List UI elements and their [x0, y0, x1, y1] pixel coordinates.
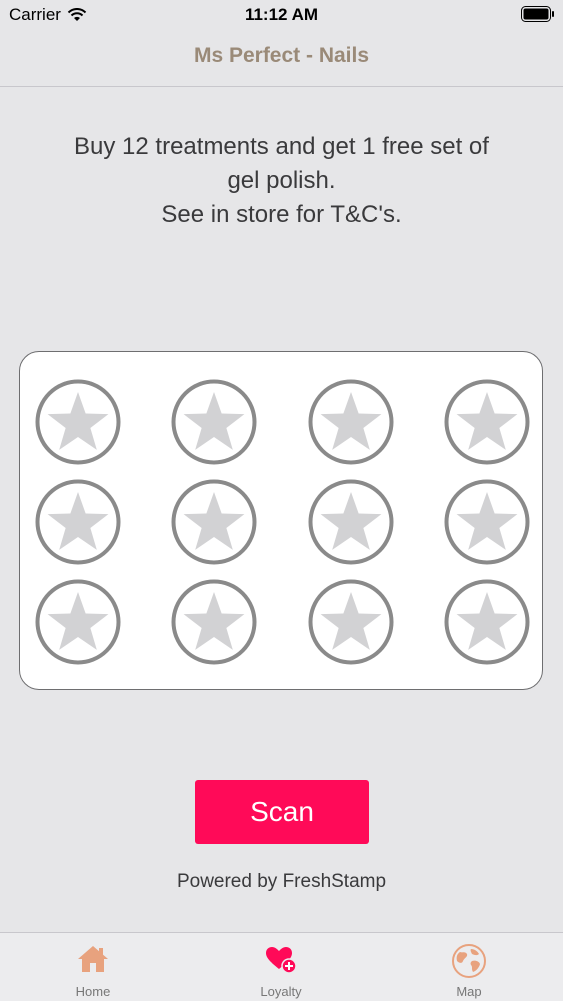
stamp-slot — [171, 379, 257, 465]
promo-line-1: Buy 12 treatments and get 1 free set of — [74, 133, 489, 160]
stamp-slot — [444, 379, 530, 465]
battery-icon — [521, 6, 554, 22]
stamp-card — [19, 351, 543, 690]
star-icon — [444, 379, 530, 465]
stamp-slot — [444, 579, 530, 665]
tab-loyalty[interactable]: Loyalty — [221, 933, 341, 1001]
heart-plus-icon — [266, 947, 297, 974]
tab-map[interactable]: Map — [409, 933, 529, 1001]
scan-button[interactable]: Scan — [195, 780, 369, 844]
tab-home[interactable]: Home — [33, 933, 153, 1001]
stamp-slot — [308, 479, 394, 565]
promo-text: Buy 12 treatments and get 1 free set of … — [20, 130, 543, 232]
stamp-slot — [444, 479, 530, 565]
star-icon — [35, 579, 121, 665]
star-icon — [35, 479, 121, 565]
page-title: Ms Perfect - Nails — [193, 44, 370, 67]
star-icon — [171, 579, 257, 665]
status-time: 11:12 AM — [244, 5, 319, 24]
tab-map-label: Map — [456, 984, 482, 999]
tab-loyalty-label: Loyalty — [260, 984, 302, 999]
star-icon — [171, 479, 257, 565]
tab-bar: Home Loyalty Map — [0, 932, 563, 1001]
promo-line-3: See in store for T&C's. — [161, 201, 402, 228]
stamp-slot — [308, 379, 394, 465]
stamp-slot — [171, 579, 257, 665]
star-icon — [308, 579, 394, 665]
stamp-slot — [35, 579, 121, 665]
star-icon — [308, 379, 394, 465]
star-icon — [444, 479, 530, 565]
star-icon — [444, 579, 530, 665]
globe-icon — [452, 944, 486, 978]
navigation-bar: Ms Perfect - Nails — [0, 30, 563, 87]
star-icon — [35, 379, 121, 465]
promo-line-2: gel polish. — [227, 167, 336, 194]
stamp-slot — [171, 479, 257, 565]
home-icon — [78, 946, 108, 972]
stamp-slot — [35, 379, 121, 465]
star-icon — [171, 379, 257, 465]
status-bar: Carrier 11:12 AM — [0, 0, 563, 30]
star-icon — [308, 479, 394, 565]
powered-by-label: Powered by FreshStamp — [176, 871, 387, 892]
stamp-slot — [308, 579, 394, 665]
stamp-slot — [35, 479, 121, 565]
tab-home-label: Home — [75, 984, 111, 999]
